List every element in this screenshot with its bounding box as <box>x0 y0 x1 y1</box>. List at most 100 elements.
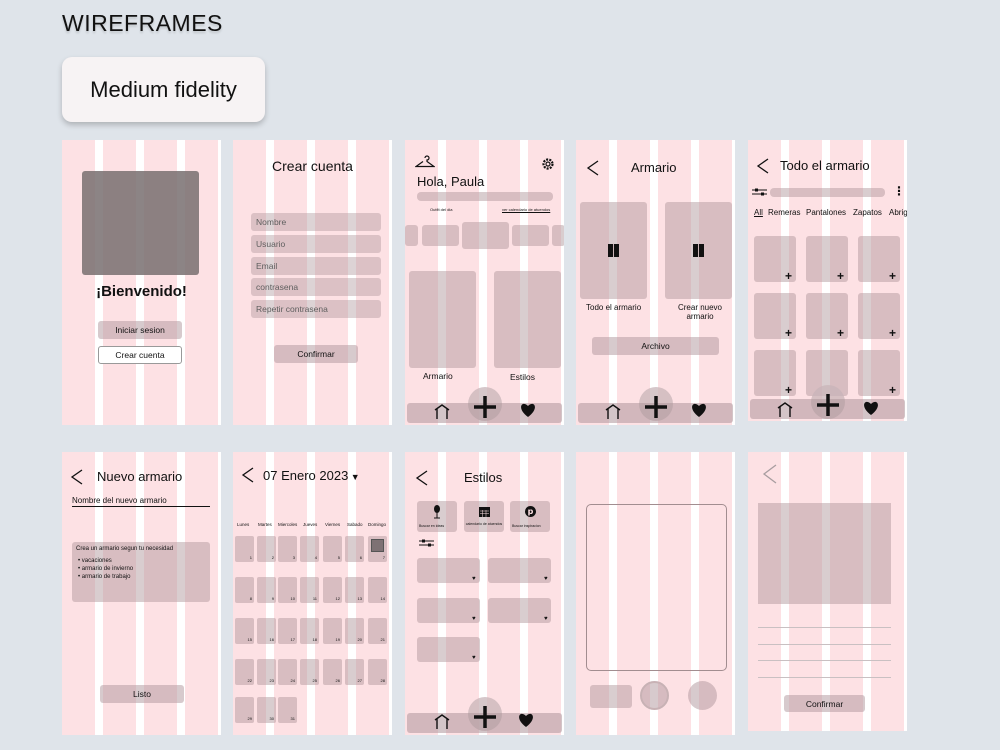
search-bar[interactable] <box>417 192 553 201</box>
login-button[interactable]: Iniciar sesion <box>98 321 182 339</box>
calendar-day[interactable]: 3 <box>278 536 297 562</box>
more-options-icon[interactable]: ⋮ <box>893 184 905 198</box>
calendar-day[interactable]: 10 <box>278 577 297 603</box>
calendar-day[interactable]: 26 <box>323 659 342 685</box>
calendar-day[interactable]: 13 <box>345 577 364 603</box>
style-card[interactable] <box>417 598 480 623</box>
calendar-day[interactable]: 17 <box>278 618 297 644</box>
confirm-button[interactable]: Confirmar <box>274 345 358 363</box>
tab-pantalones[interactable]: Pantalones <box>806 208 846 217</box>
calendar-day[interactable]: 18 <box>300 618 319 644</box>
email-field[interactable]: Email <box>251 257 381 275</box>
heart-icon[interactable]: ♥ <box>544 616 548 622</box>
calendar-day[interactable]: 22 <box>235 659 254 685</box>
heart-icon[interactable] <box>862 400 880 416</box>
heart-icon[interactable]: ♥ <box>472 576 476 582</box>
tab-remeras[interactable]: Remeras <box>768 208 800 217</box>
calendar-day[interactable]: 27 <box>345 659 364 685</box>
plus-icon[interactable] <box>643 394 669 420</box>
back-arrow-icon[interactable] <box>415 470 429 486</box>
add-item-icon[interactable]: + <box>837 327 844 339</box>
search-bar[interactable] <box>770 188 885 197</box>
back-arrow-icon[interactable] <box>756 158 770 174</box>
add-item-icon[interactable]: + <box>889 270 896 282</box>
calendar-day[interactable]: 5 <box>323 536 342 562</box>
done-button[interactable]: Listo <box>100 685 184 703</box>
back-arrow-icon[interactable] <box>70 469 84 485</box>
calendar-day[interactable]: 2 <box>257 536 276 562</box>
calendar-day[interactable]: 19 <box>323 618 342 644</box>
calendar-day[interactable]: 24 <box>278 659 297 685</box>
name-field[interactable]: Nombre <box>251 213 381 231</box>
register-button[interactable]: Crear cuenta <box>98 346 182 364</box>
calendar-day[interactable]: 16 <box>257 618 276 644</box>
outfit-card[interactable] <box>552 225 564 246</box>
calendar-day[interactable]: 8 <box>235 577 254 603</box>
heart-icon[interactable]: ♥ <box>472 616 476 622</box>
flip-camera-button[interactable] <box>688 681 717 710</box>
calendar-day[interactable]: 30 <box>257 697 276 723</box>
username-field[interactable]: Usuario <box>251 235 381 253</box>
outfit-card[interactable] <box>512 225 549 246</box>
plus-icon[interactable] <box>472 704 498 730</box>
styles-card[interactable] <box>494 271 561 368</box>
style-card[interactable] <box>417 637 480 662</box>
calendar-day[interactable]: 21 <box>368 618 387 644</box>
password-field[interactable]: contrasena <box>251 278 381 296</box>
calendar-link[interactable]: ver calendario de atuendos <box>502 207 550 212</box>
calendar-day[interactable]: 4 <box>300 536 319 562</box>
calendar-day[interactable]: 23 <box>257 659 276 685</box>
calendar-day[interactable]: 20 <box>345 618 364 644</box>
gallery-button[interactable] <box>590 685 632 708</box>
tab-zapatos[interactable]: Zapatos <box>853 208 882 217</box>
style-card[interactable] <box>488 598 551 623</box>
repeat-password-field[interactable]: Repetir contrasena <box>251 300 381 318</box>
heart-icon[interactable]: ♥ <box>472 655 476 661</box>
add-item-icon[interactable]: + <box>889 384 896 396</box>
calendar-day[interactable]: 15 <box>235 618 254 644</box>
calendar-day[interactable]: 6 <box>345 536 364 562</box>
calendar-day[interactable]: 1 <box>235 536 254 562</box>
add-item-icon[interactable]: + <box>785 384 792 396</box>
calendar-date[interactable]: 07 Enero 2023 ▼ <box>263 468 360 483</box>
plus-icon[interactable] <box>815 392 841 418</box>
filter-icon[interactable] <box>419 539 434 547</box>
add-item-icon[interactable]: + <box>785 327 792 339</box>
shutter-button[interactable] <box>640 681 669 710</box>
archive-button[interactable]: Archivo <box>592 337 719 355</box>
calendar-day[interactable]: 31 <box>278 697 297 723</box>
tab-abrigos[interactable]: Abrig <box>889 208 907 217</box>
calendar-day[interactable]: 28 <box>368 659 387 685</box>
home-icon[interactable] <box>433 402 451 420</box>
calendar-day[interactable]: 29 <box>235 697 254 723</box>
heart-icon[interactable] <box>690 402 708 418</box>
calendar-day[interactable]: 12 <box>323 577 342 603</box>
outfit-card[interactable] <box>422 225 459 246</box>
back-arrow-icon[interactable] <box>586 160 600 176</box>
calendar-day[interactable]: 25 <box>300 659 319 685</box>
filter-icon[interactable] <box>752 188 767 196</box>
heart-icon[interactable]: ♥ <box>544 576 548 582</box>
outfit-card-featured[interactable] <box>462 222 509 249</box>
outfit-card[interactable] <box>405 225 418 246</box>
home-icon[interactable] <box>776 400 794 418</box>
calendar-day[interactable]: 14 <box>368 577 387 603</box>
confirm-button[interactable]: Confirmar <box>784 695 865 712</box>
wardrobe-card[interactable] <box>409 271 476 368</box>
calendar-day[interactable]: 9 <box>257 577 276 603</box>
gear-icon[interactable] <box>541 157 555 171</box>
calendar-day[interactable]: 7 <box>368 536 387 562</box>
heart-icon[interactable] <box>517 712 535 728</box>
home-icon[interactable] <box>433 712 451 730</box>
tab-all[interactable]: All <box>754 208 763 217</box>
add-item-icon[interactable]: + <box>785 270 792 282</box>
add-item-icon[interactable]: + <box>837 270 844 282</box>
plus-icon[interactable] <box>472 394 498 420</box>
calendar-day[interactable]: 11 <box>300 577 319 603</box>
home-icon[interactable] <box>604 402 622 420</box>
style-card[interactable] <box>488 558 551 583</box>
heart-icon[interactable] <box>519 402 537 418</box>
add-item-icon[interactable]: + <box>889 327 896 339</box>
back-arrow-icon[interactable] <box>241 467 255 483</box>
wardrobe-name-input[interactable]: Nombre del nuevo armario <box>72 496 210 507</box>
